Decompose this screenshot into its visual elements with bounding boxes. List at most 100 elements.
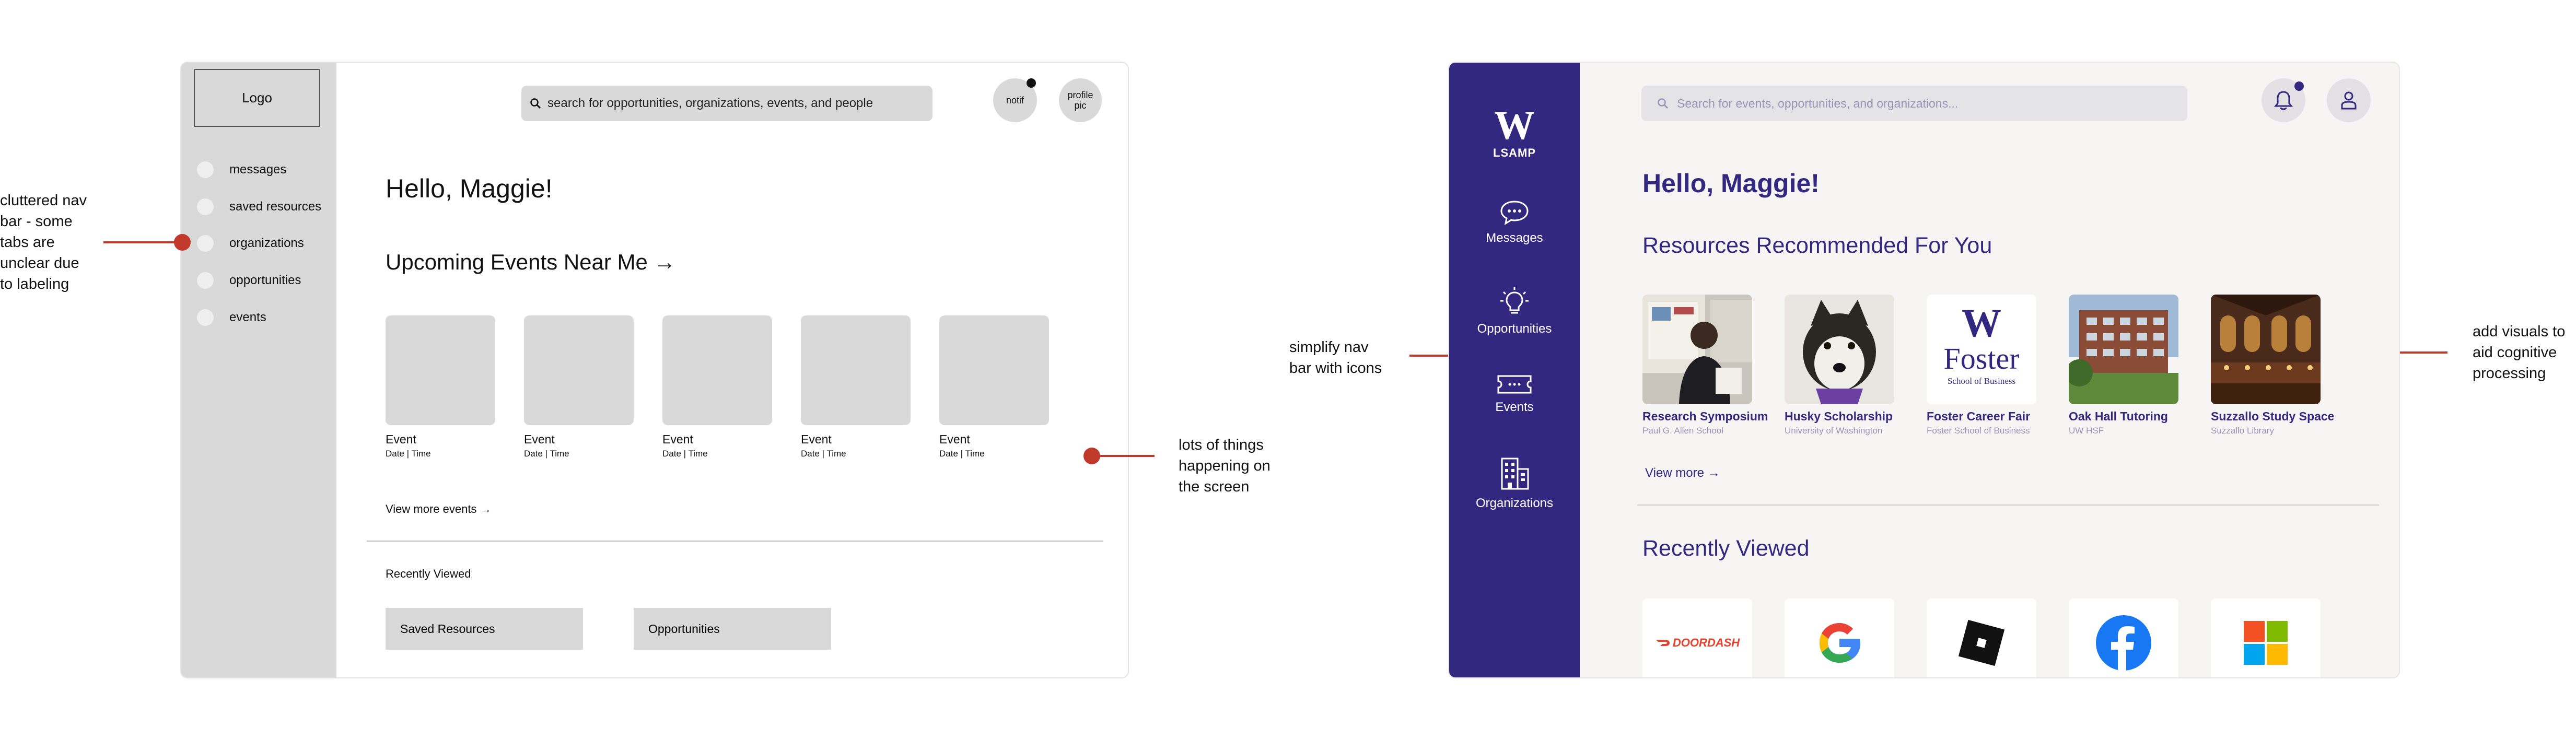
event-meta: Date | Time bbox=[801, 449, 846, 459]
divider bbox=[367, 541, 1103, 542]
sidebar-item-events[interactable]: Events bbox=[1449, 374, 1580, 415]
facebook-icon bbox=[2096, 615, 2151, 671]
search-placeholder: search for opportunities, organizations,… bbox=[547, 96, 873, 110]
roblox-icon bbox=[1958, 619, 2005, 666]
google-icon bbox=[1820, 623, 1860, 663]
profile-button[interactable] bbox=[2327, 78, 2371, 122]
wireframe-nav-messages[interactable]: messages bbox=[197, 159, 286, 180]
sidebar-item-opportunities[interactable]: Opportunities bbox=[1449, 287, 1580, 336]
resource-card[interactable]: Research Symposium Paul G. Allen School bbox=[1642, 295, 1768, 436]
annotation-line: add visuals to bbox=[2473, 323, 2566, 340]
upcoming-events-link[interactable]: Upcoming Events Near Me → bbox=[386, 250, 676, 275]
search-input[interactable]: Search for events, opportunities, and or… bbox=[1641, 86, 2187, 121]
wireframe-screen: Logo messages saved resources organizati… bbox=[180, 62, 1129, 678]
profile-button[interactable]: profile pic bbox=[1059, 78, 1102, 122]
event-title: Event bbox=[524, 432, 555, 446]
saved-resources-button[interactable]: Saved Resources bbox=[386, 608, 583, 650]
annotation-line: processing bbox=[2473, 365, 2546, 382]
annotation-nav-icons: simplify nav bar with icons bbox=[1289, 337, 1382, 379]
microsoft-icon bbox=[2244, 621, 2288, 665]
annotation-line: cluttered nav bbox=[0, 192, 87, 209]
event-meta: Date | Time bbox=[939, 449, 985, 459]
roblox-logo[interactable] bbox=[1927, 599, 2036, 677]
nav-dot-icon bbox=[197, 272, 214, 289]
user-icon bbox=[2341, 91, 2357, 110]
doordash-icon bbox=[1656, 640, 1670, 646]
event-meta: Date | Time bbox=[662, 449, 708, 459]
annotation-connector bbox=[1092, 455, 1155, 457]
recently-viewed-heading: Recently Viewed bbox=[1642, 536, 1810, 561]
doordash-logo[interactable]: DOORDASH bbox=[1642, 599, 1752, 677]
event-card[interactable]: Event Date | Time bbox=[939, 315, 1049, 459]
event-title: Event bbox=[801, 432, 832, 446]
view-more-link[interactable]: View more → bbox=[1645, 466, 1720, 480]
logo-placeholder[interactable]: Logo bbox=[194, 69, 320, 127]
nav-dot-icon bbox=[197, 161, 214, 178]
foster-logo-sub: School of Business bbox=[1947, 376, 2016, 386]
ticket-icon bbox=[1497, 375, 1532, 394]
event-card[interactable]: Event Date | Time bbox=[801, 315, 911, 459]
resource-source: Paul G. Allen School bbox=[1642, 426, 1723, 436]
sidebar-item-messages[interactable]: Messages bbox=[1449, 200, 1580, 245]
husky-dog-photo bbox=[1785, 295, 1894, 404]
event-image-placeholder bbox=[801, 315, 911, 425]
sidebar-item-label: Opportunities bbox=[1477, 322, 1552, 336]
annotation-line: lots of things bbox=[1179, 437, 1264, 453]
nav-label: messages bbox=[229, 162, 287, 177]
facebook-logo[interactable] bbox=[2069, 599, 2178, 677]
view-more-events-link[interactable]: View more events → bbox=[386, 502, 492, 516]
search-input[interactable]: search for opportunities, organizations,… bbox=[521, 86, 933, 121]
google-logo[interactable] bbox=[1785, 599, 1894, 677]
opportunities-button[interactable]: Opportunities bbox=[634, 608, 831, 650]
nav-dot-icon bbox=[197, 235, 214, 252]
resource-name: Research Symposium bbox=[1642, 409, 1768, 423]
page-greeting: Hello, Maggie! bbox=[386, 174, 553, 203]
sidebar-item-label: Messages bbox=[1486, 231, 1543, 245]
resource-card[interactable]: Husky Scholarship University of Washingt… bbox=[1785, 295, 1895, 436]
resource-card[interactable]: W Foster School of Business Foster Caree… bbox=[1927, 295, 2037, 436]
oak-hall-photo bbox=[2069, 295, 2178, 404]
event-card[interactable]: Event Date | Time bbox=[662, 315, 772, 459]
annotation-line: happening on bbox=[1179, 458, 1270, 474]
annotation-connector bbox=[103, 241, 182, 243]
brand-letter: W bbox=[1494, 102, 1535, 148]
annotation-line: aid cognitive bbox=[2473, 344, 2557, 361]
microsoft-logo[interactable] bbox=[2211, 599, 2321, 677]
resources-heading: Resources Recommended For You bbox=[1642, 233, 1992, 258]
redesign-sidebar: W LSAMP Messages Opportunities Events Or… bbox=[1449, 63, 1580, 677]
event-card[interactable]: Event Date | Time bbox=[386, 315, 495, 459]
building-icon bbox=[1501, 458, 1529, 490]
notif-label: notif bbox=[1006, 95, 1024, 105]
lightbulb-icon bbox=[1500, 287, 1529, 314]
search-icon bbox=[530, 98, 541, 109]
nav-dot-icon bbox=[197, 198, 214, 215]
sidebar-item-label: Events bbox=[1495, 400, 1534, 414]
event-meta: Date | Time bbox=[386, 449, 431, 459]
sidebar-item-label: Organizations bbox=[1475, 496, 1554, 510]
profile-label: profile pic bbox=[1067, 90, 1093, 111]
event-title: Event bbox=[662, 432, 693, 446]
foster-logo-letter: W bbox=[1962, 301, 2001, 345]
wireframe-nav-saved-resources[interactable]: saved resources bbox=[197, 196, 321, 217]
nav-label: organizations bbox=[229, 236, 304, 250]
nav-label: saved resources bbox=[229, 200, 322, 214]
event-image-placeholder bbox=[939, 315, 1049, 425]
search-placeholder: Search for events, opportunities, and or… bbox=[1677, 96, 1959, 110]
wireframe-nav-events[interactable]: events bbox=[197, 307, 266, 328]
resource-card[interactable]: Suzzallo Study Space Suzzallo Library bbox=[2211, 295, 2335, 436]
event-title: Event bbox=[386, 432, 416, 446]
resource-source: UW HSF bbox=[2069, 426, 2104, 436]
sidebar-item-organizations[interactable]: Organizations bbox=[1449, 455, 1580, 511]
redesign-screen: W LSAMP Messages Opportunities Events Or… bbox=[1448, 62, 2400, 678]
annotation-visuals: add visuals to aid cognitive processing bbox=[2473, 321, 2565, 384]
wireframe-nav-organizations[interactable]: organizations bbox=[197, 233, 304, 254]
event-card[interactable]: Event Date | Time bbox=[524, 315, 634, 459]
recently-viewed-heading: Recently Viewed bbox=[386, 567, 471, 580]
resource-card[interactable]: Oak Hall Tutoring UW HSF bbox=[2069, 295, 2179, 436]
brand-logo[interactable]: W LSAMP bbox=[1449, 105, 1580, 160]
wireframe-nav-opportunities[interactable]: opportunities bbox=[197, 270, 301, 291]
event-image-placeholder bbox=[662, 315, 772, 425]
foster-logo-word: Foster bbox=[1943, 342, 2020, 376]
resource-name: Suzzallo Study Space bbox=[2211, 409, 2335, 423]
annotation-line: bar with icons bbox=[1289, 360, 1382, 377]
